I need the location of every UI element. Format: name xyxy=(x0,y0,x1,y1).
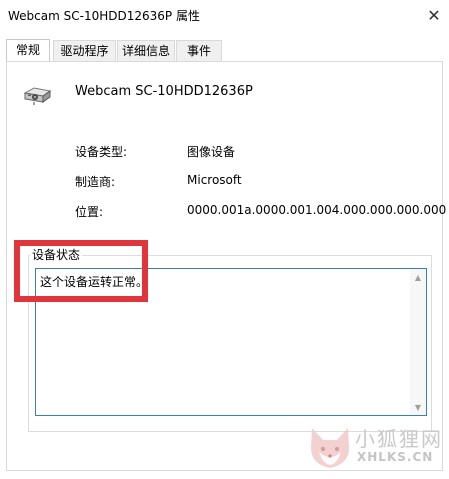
window-title: Webcam SC-10HDD12636P 属性 xyxy=(8,9,200,23)
location-label: 位置: xyxy=(75,205,104,219)
highlight-box xyxy=(14,240,148,302)
watermark-text-en: XHLKS.CN xyxy=(357,450,434,464)
status-scrollbar[interactable]: ▲ ▼ xyxy=(410,269,426,415)
close-button[interactable]: ✕ xyxy=(419,0,449,30)
tab-driver[interactable]: 驱动程序 xyxy=(53,40,116,61)
tab-general[interactable]: 常规 xyxy=(6,39,50,62)
close-icon: ✕ xyxy=(427,5,441,25)
watermark: 小狐狸网 XHLKS.CN xyxy=(305,420,449,476)
tab-events[interactable]: 事件 xyxy=(176,40,222,61)
scroll-down-icon[interactable]: ▼ xyxy=(410,399,426,415)
location-value: 0000.001a.0000.001.004.000.000.000.000 xyxy=(187,203,447,217)
manufacturer-label: 制造商: xyxy=(75,175,116,189)
device-type-label: 设备类型: xyxy=(75,145,128,159)
webcam-icon xyxy=(24,87,52,105)
manufacturer-value: Microsoft xyxy=(187,173,242,187)
device-name: Webcam SC-10HDD12636P xyxy=(75,84,253,99)
tab-details[interactable]: 详细信息 xyxy=(117,40,175,61)
tab-strip: 常规 驱动程序 详细信息 事件 xyxy=(6,39,443,62)
scroll-up-icon[interactable]: ▲ xyxy=(410,269,426,285)
title-bar: Webcam SC-10HDD12636P 属性 ✕ xyxy=(0,0,449,30)
watermark-text-cn: 小狐狸网 xyxy=(355,427,443,451)
fox-logo-icon xyxy=(311,428,349,468)
device-type-value: 图像设备 xyxy=(187,145,236,159)
